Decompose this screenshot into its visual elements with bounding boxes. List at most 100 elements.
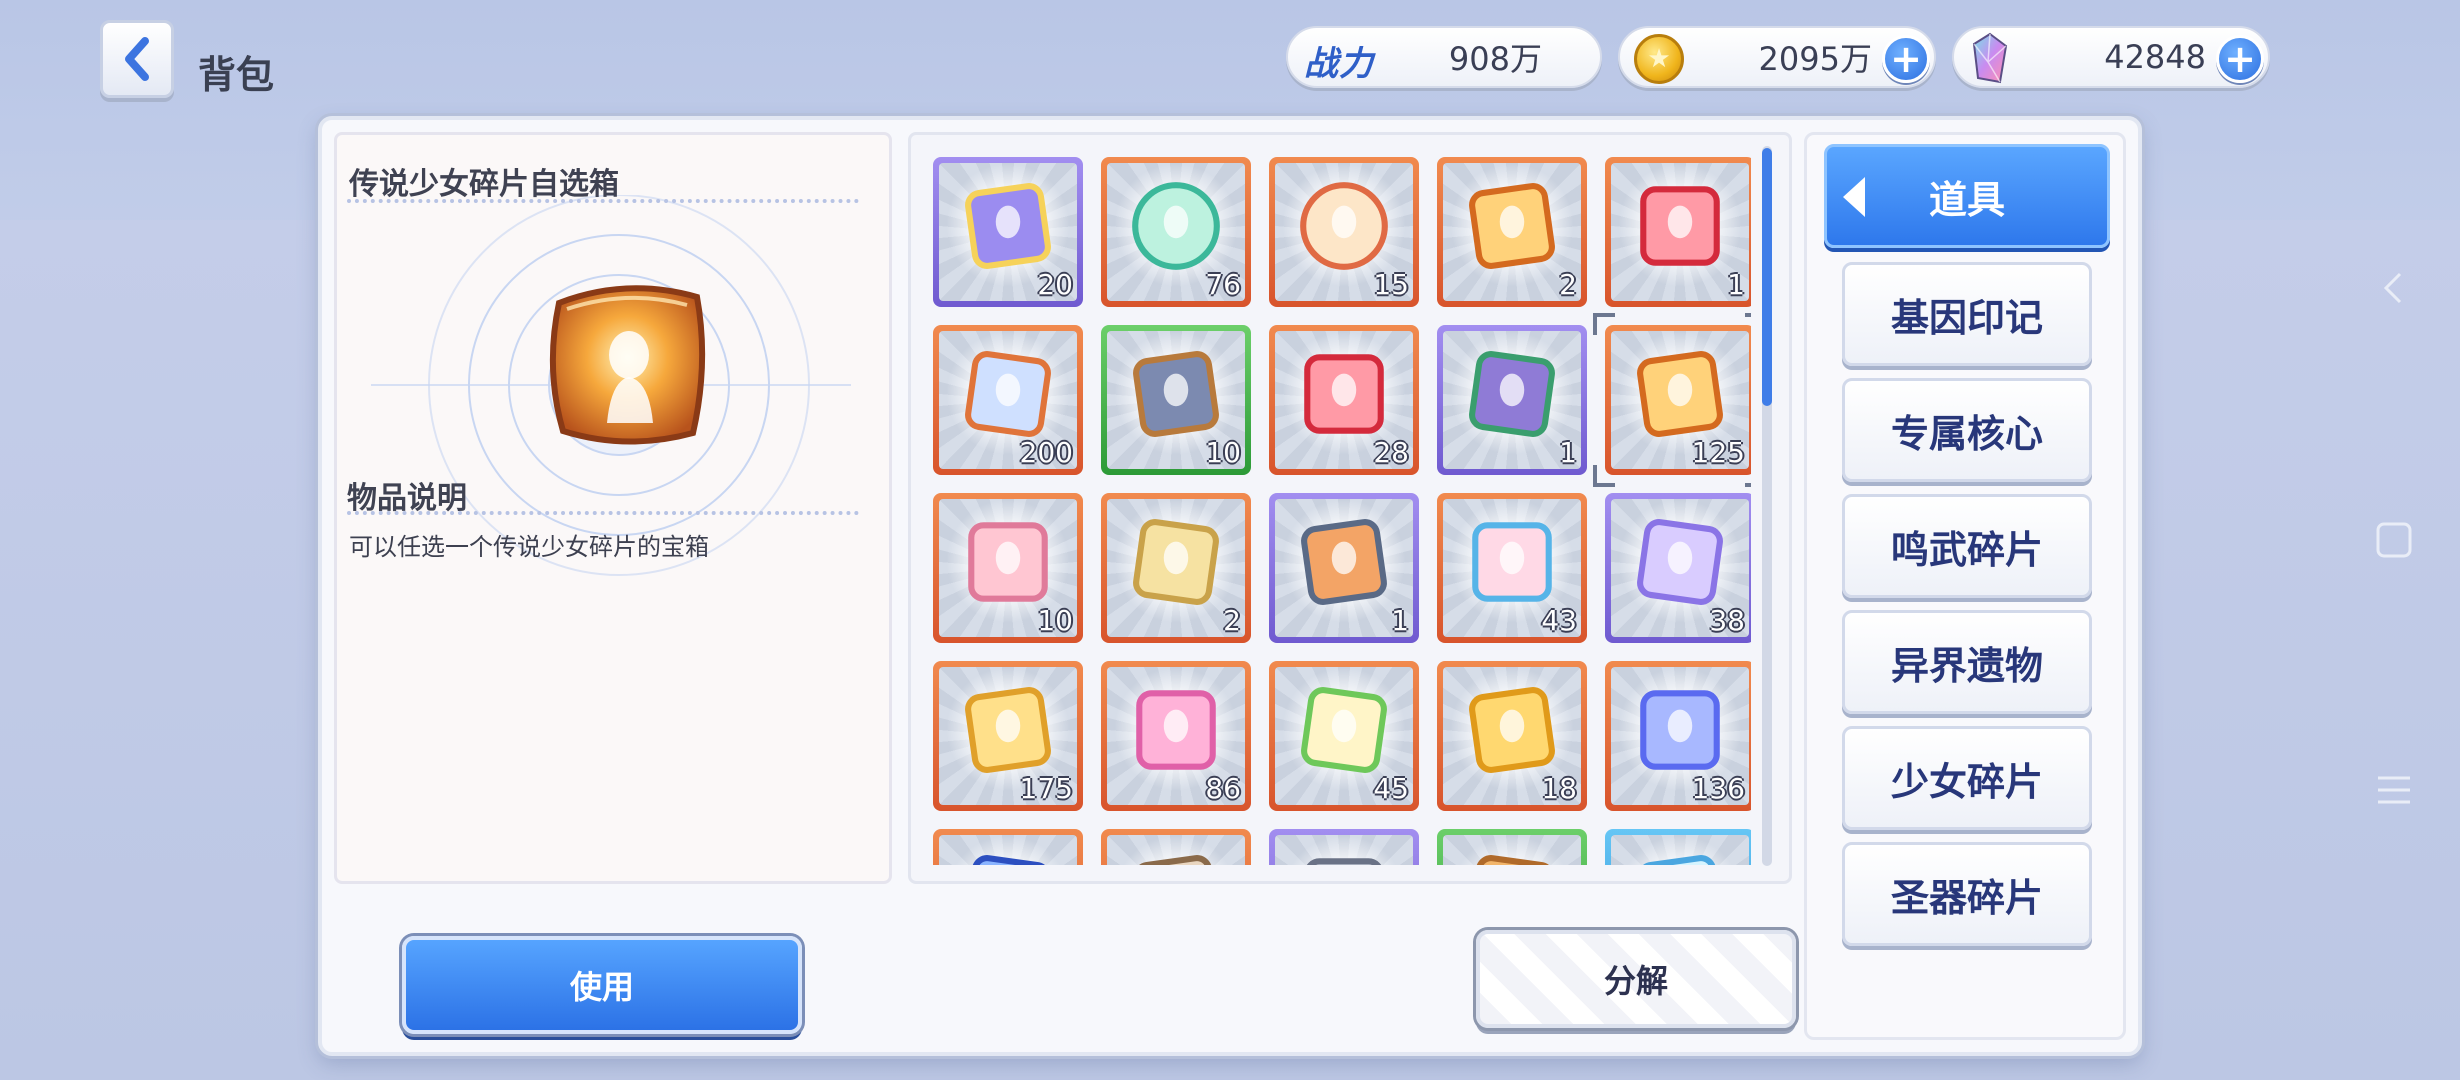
gold-cube-icon	[549, 285, 706, 445]
nav-back-icon[interactable]	[2372, 266, 2416, 310]
item-quantity: 125	[1691, 436, 1745, 469]
item-quantity: 2	[1559, 268, 1577, 301]
item-slot[interactable]: 175	[933, 661, 1083, 811]
item-slot[interactable]: 15	[1269, 157, 1419, 307]
tab-weapon-shards[interactable]: 鸣武碎片	[1842, 494, 2092, 598]
item-slot[interactable]: 86	[1101, 661, 1251, 811]
item-slot[interactable]: 2	[1101, 493, 1251, 643]
caret-left-icon	[1843, 177, 1865, 217]
tab-artifact-shards[interactable]: 圣器碎片	[1842, 842, 2092, 946]
item-slot[interactable]: 1	[1605, 157, 1751, 307]
item-slot[interactable]	[1101, 829, 1251, 865]
item-quantity: 200	[1019, 436, 1073, 469]
nav-menu-icon[interactable]	[2372, 768, 2416, 812]
item-slot[interactable]: 2	[1437, 157, 1587, 307]
tab-gene-imprint[interactable]: 基因印记	[1842, 262, 2092, 366]
selection-corner	[1745, 465, 1751, 487]
item-slot[interactable]	[1269, 829, 1419, 865]
item-slot-background: 10	[1107, 331, 1245, 469]
item-slot[interactable]: 45	[1269, 661, 1419, 811]
item-slot-background: 125	[1611, 331, 1749, 469]
item-slot[interactable]: 1	[1269, 493, 1419, 643]
item-slot-background: 20	[939, 163, 1077, 301]
tab-relics[interactable]: 异界遗物	[1842, 610, 2092, 714]
nav-home-icon[interactable]	[2372, 518, 2416, 562]
gift-bag-icon	[968, 522, 1048, 602]
item-slot[interactable]: 136	[1605, 661, 1751, 811]
tab-exclusive-core[interactable]: 专属核心	[1842, 378, 2092, 482]
item-quantity: 28	[1373, 436, 1409, 469]
tab-label: 道具	[1928, 177, 2005, 222]
divider	[347, 511, 859, 515]
item-quantity: 10	[1205, 436, 1241, 469]
item-slot-background: 2	[1443, 163, 1581, 301]
item-quantity: 10	[1037, 604, 1073, 637]
item-slot[interactable]: 1	[1437, 325, 1587, 475]
shirt-ticket-icon	[1472, 522, 1552, 602]
split-button[interactable]: 分解	[1476, 930, 1796, 1028]
item-slot-background: 18	[1443, 667, 1581, 805]
item-quantity: 1	[1727, 268, 1745, 301]
gold-value: 2095万	[1758, 40, 1872, 78]
scrollbar-thumb[interactable]	[1762, 148, 1772, 406]
item-slot[interactable]: 20	[933, 157, 1083, 307]
item-slot-background: 1	[1275, 499, 1413, 637]
item-slot[interactable]	[1437, 829, 1587, 865]
power-display: 战力 908万	[1286, 26, 1602, 88]
crystal-gem-icon	[1972, 32, 2008, 84]
item-slot[interactable]	[1605, 829, 1751, 865]
item-slot[interactable]: 43	[1437, 493, 1587, 643]
smile-ticket-icon	[1637, 519, 1723, 605]
split-button-label: 分解	[1603, 962, 1668, 1000]
tab-label: 圣器碎片	[1890, 875, 2043, 920]
gold-coin-icon: ★	[1634, 34, 1684, 84]
item-slot-background: 200	[939, 331, 1077, 469]
item-slot-background: 76	[1107, 163, 1245, 301]
item-slot[interactable]: 28	[1269, 325, 1419, 475]
tab-label: 基因印记	[1890, 295, 2043, 340]
item-slot[interactable]: 18	[1437, 661, 1587, 811]
item-slot-background: 175	[939, 667, 1077, 805]
gem-value: 42848	[2104, 38, 2206, 76]
tab-label: 鸣武碎片	[1890, 527, 2043, 572]
item-slot-background: 2	[1107, 499, 1245, 637]
item-grid[interactable]: 20 76 15 2 1 200 10 28 1 125 10 2 1 43 38 175 86 45 18 136	[931, 155, 1751, 865]
item-slot[interactable]: 10	[1101, 325, 1251, 475]
gold-card-icon	[965, 687, 1051, 773]
back-button[interactable]	[100, 20, 174, 98]
item-slot-background	[939, 835, 1077, 865]
use-button[interactable]: 使用	[402, 936, 802, 1034]
item-slot[interactable]: 200	[933, 325, 1083, 475]
item-slot[interactable]: 38	[1605, 493, 1751, 643]
item-slot-background: 10	[939, 499, 1077, 637]
selection-corner	[1745, 313, 1751, 335]
item-quantity: 38	[1709, 604, 1745, 637]
gem-display: 42848 +	[1952, 26, 2270, 88]
add-gold-button[interactable]: +	[1882, 35, 1930, 83]
tab-label: 专属核心	[1890, 411, 2043, 456]
red-orb-icon	[1300, 182, 1388, 270]
item-quantity: 18	[1541, 772, 1577, 805]
tab-girl-shards[interactable]: 少女碎片	[1842, 726, 2092, 830]
item-slot-selected[interactable]: 125	[1593, 313, 1751, 487]
tab-items[interactable]: 道具	[1824, 144, 2110, 248]
item-name: 传说少女碎片自选箱	[349, 167, 619, 202]
item-slot-background	[1107, 835, 1245, 865]
blue-crystal-icon	[965, 855, 1051, 865]
feather-icon	[1637, 855, 1723, 865]
item-slot-background: 28	[1275, 331, 1413, 469]
orange-box-icon	[1301, 519, 1387, 605]
item-slot-background: 136	[1611, 667, 1749, 805]
item-slot-background: 45	[1275, 667, 1413, 805]
item-quantity: 1	[1391, 604, 1409, 637]
purple-can-icon	[965, 183, 1051, 269]
item-slot[interactable]	[933, 829, 1083, 865]
add-gem-button[interactable]: +	[2216, 35, 2264, 83]
item-quantity: 76	[1205, 268, 1241, 301]
divider	[347, 199, 859, 203]
item-detail-card: 传说少女碎片自选箱 物品说明 可以任选一个传说少女碎片的宝箱	[334, 132, 892, 884]
item-slot[interactable]: 10	[933, 493, 1083, 643]
item-slot[interactable]: 76	[1101, 157, 1251, 307]
dna-box-icon	[1469, 351, 1555, 437]
red-cube-icon	[1304, 354, 1384, 434]
